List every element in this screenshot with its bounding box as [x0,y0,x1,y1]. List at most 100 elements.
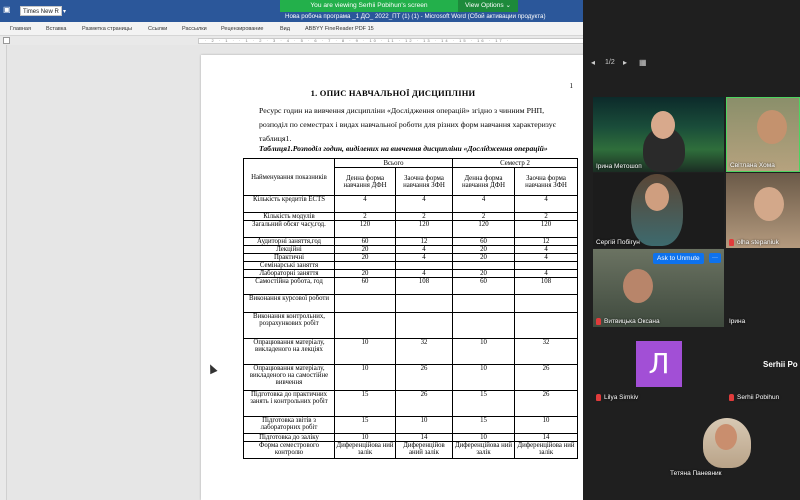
tab-mailings[interactable]: Рассылки [182,26,207,32]
tab-page-layout[interactable]: Разметка страницы [82,26,132,32]
table-row: Загальний обсяг часу,год. 120 120 120 120 [243,220,579,238]
row-label: Загальний обсяг часу,год. [243,220,335,238]
table-row: Опрацювання матеріалу, викладеного на ле… [243,338,579,365]
row-label: Виконання курсової роботи [243,294,335,313]
participant-name: Serhii Pobihun [729,394,779,401]
participant-name: Тетяна Паневник [670,470,722,477]
header-total: Всього [333,158,454,168]
tab-insert[interactable]: Вставка [46,26,66,32]
table-row: Опрацювання матеріалу, викладеного на са… [243,364,579,391]
view-options-button[interactable]: View Options ⌄ [458,0,518,12]
tab-abbyy[interactable]: ABBYY FineReader PDF 15 [305,26,374,32]
table-cell: 2 [514,212,579,221]
table-row: Кількість модулів 2 2 2 2 [243,212,579,221]
participant-name: Ірина [729,318,746,325]
row-label: Кількість кредитів ECTS [243,195,335,213]
horizontal-ruler[interactable]: · 2 · 1 · · 1 · 2 · 3 · 4 · 5 · 6 · 7 · … [0,36,583,45]
participant-face [754,187,784,221]
participant-tile[interactable]: olha stepaniuk [726,173,800,248]
section-heading: 1. ОПИС НАВЧАЛЬНОЇ ДИСЦИПЛІНИ [310,88,476,98]
font-dropdown-icon[interactable]: ▾ [63,8,66,15]
table-cell: 10 [452,364,516,391]
table-cell: 60 [452,277,516,295]
zoom-gallery: ◂ 1/2 ▸ ▦ Ірина Метошоп Світлана Хома Се… [583,0,800,500]
ask-to-unmute-button[interactable]: Ask to Unmute [653,253,704,264]
participant-tile[interactable]: Ірина Метошоп [593,97,724,172]
table-cell: 10 [514,416,579,434]
header-sub: Денна форма навчання ДФН [334,167,396,196]
table-cell: 2 [452,212,516,221]
table-cell: 4 [514,253,579,262]
table-cell: 20 [452,245,516,254]
tab-home[interactable]: Главная [10,26,31,32]
table-cell: 4 [334,195,396,213]
table-cell [334,294,396,313]
table-cell: 20 [334,245,396,254]
table-cell: 14 [514,433,579,442]
gallery-nav: ◂ 1/2 ▸ ▦ [583,52,800,74]
table-cell: 10 [334,364,396,391]
participant-face [715,424,737,450]
tab-references[interactable]: Ссылки [148,26,167,32]
tab-view[interactable]: Вид [280,26,290,32]
participant-name: Ірина Метошоп [596,163,642,170]
document-page[interactable]: 1 1. ОПИС НАВЧАЛЬНОЇ ДИСЦИПЛІНИ Ресурс г… [201,55,583,500]
row-label: Виконання контрольних, розрахункових роб… [243,312,335,339]
table-cell: 10 [452,433,516,442]
font-name-box[interactable]: Times New R [20,6,62,16]
table-row: Виконання контрольних, розрахункових роб… [243,312,579,339]
participant-tile[interactable]: Тетяна Паневник [659,404,790,479]
participant-name: Lilya Simkiv [596,394,638,401]
table-cell: 4 [514,195,579,213]
table-cell: 26 [394,364,454,391]
table-cell: 15 [452,416,516,434]
table-row: Лабораторні заняття 20 4 20 4 [243,269,579,278]
table-cell: 120 [394,220,454,238]
table-body: Кількість кредитів ECTS 4 4 4 4 Кількість мод… [243,195,579,459]
quick-access-toolbar: ▣ [3,5,11,15]
prev-page-icon[interactable]: ◂ [591,58,595,67]
table-cell: 4 [394,245,454,254]
more-options-button[interactable]: ··· [709,253,721,263]
tab-selector[interactable] [3,37,10,44]
table-cell: 15 [334,416,396,434]
participant-tile[interactable]: Сергій Побігун [593,173,724,248]
row-label: Самостійна робота, год [243,277,335,295]
muted-mic-icon [729,394,734,401]
participant-tile[interactable]: Світлана Хома [726,97,800,172]
table-cell: 20 [334,253,396,262]
share-banner: You are viewing Serhii Pobihun's screen … [280,0,518,12]
table-cell: 4 [514,269,579,278]
participant-face [757,110,787,144]
table-row: Лекційні 20 4 20 4 [243,245,579,254]
table-cell: 4 [394,253,454,262]
avatar: Л [636,341,682,387]
table-row: Підготовка до практичних занять і контро… [243,390,579,417]
participant-label-large: Serhii Po [763,360,798,369]
row-label: Лекційні [243,245,335,254]
row-label: Підготовка звітів з лабораторних робіт [243,416,335,434]
table-row: Семінарські заняття [243,261,579,270]
table-cell: 32 [394,338,454,365]
document-title: Нова робоча програма _1 ДО_ 2022_ПТ (1) … [285,13,546,20]
table-cell: 10 [334,433,396,442]
table-cell: 15 [334,390,396,417]
participant-tile[interactable]: Ірина [726,249,800,327]
table-row: Практичні 20 4 20 4 [243,253,579,262]
table-cell: 12 [514,237,579,246]
table-cell: 20 [334,269,396,278]
table-cell: 20 [452,269,516,278]
table-cell: 120 [334,220,396,238]
tab-review[interactable]: Рецензирование [221,26,263,32]
vertical-ruler[interactable] [0,45,7,500]
save-icon[interactable]: ▣ [3,5,11,15]
page-indicator: 1/2 [605,59,615,66]
next-page-icon[interactable]: ▸ [623,58,627,67]
gallery-view-icon[interactable]: ▦ [639,58,647,67]
participant-name: Сергій Побігун [596,239,640,246]
table-cell: 26 [514,364,579,391]
participant-face [623,269,653,303]
muted-mic-icon [729,239,734,246]
table-cell: 10 [334,338,396,365]
table-row: Кількість кредитів ECTS 4 4 4 4 [243,195,579,213]
